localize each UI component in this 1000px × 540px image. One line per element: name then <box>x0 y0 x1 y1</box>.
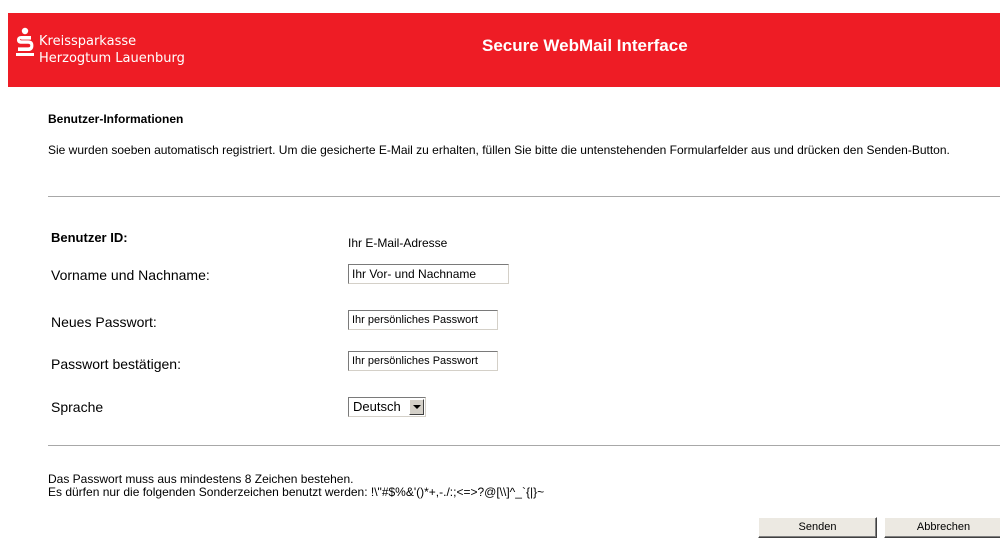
password-field[interactable] <box>348 310 498 330</box>
name-label: Vorname und Nachname: <box>51 267 210 283</box>
divider-top <box>48 196 1000 197</box>
section-title: Benutzer-Informationen <box>48 112 184 126</box>
user-id-value: Ihr E-Mail-Adresse <box>348 236 448 250</box>
chevron-down-icon[interactable] <box>409 399 424 415</box>
sparkasse-s-icon <box>16 27 34 56</box>
divider-bottom <box>48 445 1000 446</box>
password-rule-characters: Es dürfen nur die folgenden Sonderzeiche… <box>48 485 545 499</box>
top-strip <box>0 0 1000 13</box>
user-id-label: Benutzer ID: <box>51 230 128 245</box>
bank-name-line2: Herzogtum Lauenburg <box>39 51 185 66</box>
password-rules: Das Passwort muss aus mindestens 8 Zeich… <box>48 473 544 499</box>
name-field[interactable] <box>348 264 509 284</box>
confirm-password-label: Passwort bestätigen: <box>51 356 181 372</box>
language-select[interactable]: Deutsch <box>348 397 426 417</box>
header-bar: Kreissparkasse Herzogtum Lauenburg Secur… <box>8 13 1000 87</box>
cancel-button[interactable]: Abbrechen <box>884 517 1000 538</box>
page-title: Secure WebMail Interface <box>482 36 688 55</box>
password-label: Neues Passwort: <box>51 314 157 330</box>
language-label: Sprache <box>51 399 104 415</box>
confirm-password-field[interactable] <box>348 351 498 371</box>
bank-name-line1: Kreissparkasse <box>39 34 137 49</box>
language-select-value: Deutsch <box>353 399 401 414</box>
bank-name: Kreissparkasse Herzogtum Lauenburg <box>39 33 185 67</box>
send-button[interactable]: Senden <box>758 517 877 538</box>
intro-text: Sie wurden soeben automatisch registrier… <box>48 143 950 157</box>
